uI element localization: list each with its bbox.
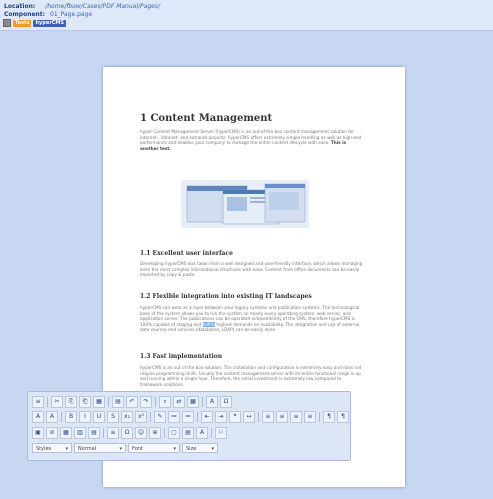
toolbar-button-icon[interactable]: ↶: [126, 396, 138, 408]
section-2-body: hyperCMS can work as a layer between you…: [140, 305, 365, 333]
toolbar-row-1: ≡ ✂ ⎘ ⎗ ▦ ▤ ↶ ↷ ⌕ ⇄ ▦ A Ω: [32, 396, 232, 408]
format-dropdown-value: Normal: [78, 446, 97, 452]
font-dropdown-value: Font: [132, 446, 143, 452]
toolbar-button-icon[interactable]: ⇄: [173, 396, 185, 408]
toolbar-button-icon[interactable]: B: [65, 411, 77, 423]
section-3-body: hyperCMS is an out of the box solution. …: [140, 365, 362, 387]
toolbar-separator: [61, 412, 62, 422]
toolbar-button-icon[interactable]: A: [32, 411, 44, 423]
toolbar-button-icon[interactable]: ⌕: [159, 396, 171, 408]
toolbar-button-icon[interactable]: ▤: [112, 396, 124, 408]
toolbar-chips: Tests hyperCMS: [3, 19, 66, 27]
tests-chip[interactable]: Tests: [13, 19, 32, 27]
chevron-down-icon: ▾: [173, 446, 176, 452]
toolbar-button-icon[interactable]: Ω: [220, 396, 232, 408]
toolbar-button-icon[interactable]: A: [206, 396, 218, 408]
section-1-body: Developing hyperCMS was taken from a wel…: [140, 261, 363, 277]
toolbar-button-icon[interactable]: ✎: [154, 411, 166, 423]
selected-word[interactable]: fulfills: [202, 321, 216, 327]
toolbar-button-icon[interactable]: ↷: [140, 396, 152, 408]
intro-text: hyper Content Management Server (hyperCM…: [140, 129, 362, 145]
toolbar-button-icon[interactable]: ¶: [323, 411, 335, 423]
toolbar-button-icon[interactable]: ▦: [60, 427, 72, 439]
toolbar-separator: [108, 397, 109, 407]
toolbar-button-icon[interactable]: ▥: [74, 427, 86, 439]
toolbar-button-icon[interactable]: ⇥: [215, 411, 227, 423]
toolbar-button-icon[interactable]: ≕: [182, 411, 194, 423]
toolbar-separator: [164, 428, 165, 438]
screenshot-image: [181, 180, 309, 228]
intro-paragraph: hyper Content Management Server (hyperCM…: [140, 129, 365, 151]
toolbar-button-icon[interactable]: A: [196, 427, 208, 439]
size-dropdown-value: Size: [186, 446, 197, 452]
edit-icon[interactable]: [3, 19, 11, 27]
toolbar-button-icon[interactable]: ⇤: [201, 411, 213, 423]
toolbar-button-icon[interactable]: ⎗: [79, 396, 91, 408]
toolbar-button-icon[interactable]: ▤: [88, 427, 100, 439]
chevron-down-icon: ▾: [65, 446, 68, 452]
toolbar-separator: [319, 412, 320, 422]
hypercms-chip[interactable]: hyperCMS: [33, 19, 66, 27]
toolbar-button-icon[interactable]: Ω: [121, 427, 133, 439]
chevron-down-icon: ▾: [119, 446, 122, 452]
toolbar-separator: [103, 428, 104, 438]
toolbar-button-icon[interactable]: ▤: [182, 427, 194, 439]
toolbar-button-icon[interactable]: ≔: [168, 411, 180, 423]
toolbar-button-icon[interactable]: ¶: [337, 411, 349, 423]
format-dropdown[interactable]: Normal ▾: [74, 443, 126, 453]
toolbar-button-icon[interactable]: ▢: [168, 427, 180, 439]
toolbar-button-icon[interactable]: I: [79, 411, 91, 423]
toolbar-button-icon[interactable]: ▦: [187, 396, 199, 408]
document-title: 1 Content Management: [140, 113, 273, 124]
toolbar-row-3: ▣ ⊘ ▦ ▥ ▤ ≡ Ω ☺ ⊕ ▢ ▤ A ⚐: [32, 427, 227, 439]
toolbar-button-icon[interactable]: ❝: [229, 411, 241, 423]
toolbar-separator: [258, 412, 259, 422]
chevron-down-icon: ▾: [211, 446, 214, 452]
styles-dropdown-value: Styles: [36, 446, 52, 452]
size-dropdown[interactable]: Size ▾: [182, 443, 218, 453]
toolbar-button-icon[interactable]: A: [46, 411, 58, 423]
toolbar-button-icon[interactable]: ≡: [276, 411, 288, 423]
toolbar-separator: [197, 412, 198, 422]
component-row: Component: 01_Page.page: [4, 11, 92, 19]
location-value[interactable]: /home/fbow/Cases/PDF Manual/Pages/: [45, 3, 160, 10]
location-row: Location: /home/fbow/Cases/PDF Manual/Pa…: [4, 3, 160, 11]
toolbar-button-icon[interactable]: ⚐: [215, 427, 227, 439]
toolbar-separator: [150, 412, 151, 422]
toolbar-button-icon[interactable]: ≡: [304, 411, 316, 423]
toolbar-row-4: Styles ▾ Normal ▾ Font ▾ Size ▾: [32, 443, 218, 453]
toolbar-button-icon[interactable]: ▦: [93, 396, 105, 408]
styles-dropdown[interactable]: Styles ▾: [32, 443, 72, 453]
toolbar-separator: [211, 428, 212, 438]
section-2-title: 1.2 Flexible integration into existing I…: [140, 293, 312, 300]
info-header: Location: /home/fbow/Cases/PDF Manual/Pa…: [0, 0, 493, 31]
toolbar-button-icon[interactable]: ≡: [32, 396, 44, 408]
toolbar-button-icon[interactable]: x₂: [121, 411, 133, 423]
rich-text-toolbar: ≡ ✂ ⎘ ⎗ ▦ ▤ ↶ ↷ ⌕ ⇄ ▦ A Ω A A B I U Sx₂ x² ✎ ≔ ≕ ⇤ ⇥ ❝ ↔ ≡ ≡ ≡ ≡ ¶ ¶ ▣ ⊘…: [27, 391, 351, 461]
toolbar-separator: [202, 397, 203, 407]
toolbar-button-icon[interactable]: ⊕: [149, 427, 161, 439]
section-3-title: 1.3 Fast implementation: [140, 353, 223, 360]
toolbar-button-icon[interactable]: S: [107, 411, 119, 423]
toolbar-separator: [47, 397, 48, 407]
component-label: Component:: [4, 11, 46, 18]
component-value: 01_Page.page: [50, 11, 93, 18]
toolbar-button-icon[interactable]: ☺: [135, 427, 147, 439]
toolbar-separator: [155, 397, 156, 407]
toolbar-button-icon[interactable]: x²: [135, 411, 147, 423]
toolbar-button-icon[interactable]: ⎘: [65, 396, 77, 408]
section-1-title: 1.1 Excellent user interface: [140, 250, 233, 257]
toolbar-button-icon[interactable]: ▣: [32, 427, 44, 439]
toolbar-row-2: A A B I U Sx₂ x² ✎ ≔ ≕ ⇤ ⇥ ❝ ↔ ≡ ≡ ≡ ≡ ¶ ¶: [32, 411, 349, 423]
toolbar-button-icon[interactable]: ≡: [262, 411, 274, 423]
toolbar-button-icon[interactable]: ⊘: [46, 427, 58, 439]
toolbar-button-icon[interactable]: ≡: [290, 411, 302, 423]
location-label: Location:: [4, 3, 36, 10]
toolbar-button-icon[interactable]: ↔: [243, 411, 255, 423]
toolbar-button-icon[interactable]: ≡: [107, 427, 119, 439]
toolbar-button-icon[interactable]: ✂: [51, 396, 63, 408]
font-dropdown[interactable]: Font ▾: [128, 443, 180, 453]
toolbar-button-icon[interactable]: U: [93, 411, 105, 423]
